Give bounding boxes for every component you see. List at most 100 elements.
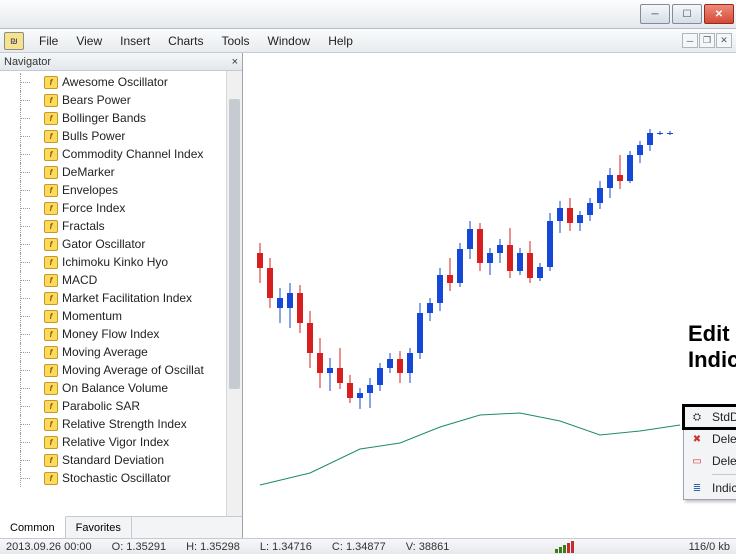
- indicator-label: Commodity Channel Index: [62, 147, 203, 161]
- menu-help[interactable]: Help: [319, 32, 362, 50]
- ctx-indicators-list[interactable]: ≣ Indicators List Ctrl+I: [684, 477, 736, 499]
- indicator-icon: f: [44, 472, 58, 485]
- navigator-close-icon[interactable]: ×: [232, 56, 238, 68]
- navigator-header: Navigator ×: [0, 53, 242, 71]
- indicator-label: Market Facilitation Index: [62, 291, 192, 305]
- ctx-properties[interactable]: ⛭ StdDev(20) properties...: [684, 406, 736, 428]
- indicator-item[interactable]: f Money Flow Index: [0, 325, 242, 343]
- connection-bars-icon: [555, 541, 574, 553]
- status-kb: 116/0 kb: [689, 541, 730, 553]
- indicator-icon: f: [44, 166, 58, 179]
- delete-window-icon: ▭: [688, 453, 706, 469]
- indicator-icon: f: [44, 328, 58, 341]
- indicator-item[interactable]: f Moving Average of Oscillat: [0, 361, 242, 379]
- indicator-item[interactable]: f Bears Power: [0, 91, 242, 109]
- chart-area[interactable]: Edit Indicator ⛭ StdDev(20) properties..…: [243, 53, 736, 538]
- context-menu: ⛭ StdDev(20) properties... ✖ Delete Indi…: [683, 405, 736, 500]
- indicator-icon: f: [44, 400, 58, 413]
- navigator-scrollbar[interactable]: [226, 71, 242, 516]
- properties-icon: ⛭: [688, 409, 706, 425]
- indicator-label: Bulls Power: [62, 129, 125, 143]
- indicator-icon: f: [44, 454, 58, 467]
- ctx-delete-indicator[interactable]: ✖ Delete Indicator: [684, 428, 736, 450]
- indicator-item[interactable]: fGator Oscillator: [0, 235, 242, 253]
- app-icon: ₪: [4, 32, 24, 50]
- indicator-label: Standard Deviation: [62, 453, 164, 467]
- indicator-label: Momentum: [62, 309, 122, 323]
- indicator-item[interactable]: f Momentum: [0, 307, 242, 325]
- indicator-icon: f: [44, 112, 58, 125]
- indicator-item[interactable]: fIchimoku Kinko Hyo: [0, 253, 242, 271]
- annotation-label: Edit Indicator: [688, 321, 736, 373]
- window-close-button[interactable]: ✕: [704, 4, 734, 24]
- indicator-label: Awesome Oscillator: [62, 75, 168, 89]
- indicator-icon: f: [44, 382, 58, 395]
- window-titlebar: ─ ☐ ✕: [0, 0, 736, 29]
- indicator-label: On Balance Volume: [62, 381, 168, 395]
- indicator-icon: f: [44, 346, 58, 359]
- indicator-item[interactable]: f On Balance Volume: [0, 379, 242, 397]
- indicator-icon: f: [44, 184, 58, 197]
- indicator-item[interactable]: f Awesome Oscillator: [0, 73, 242, 91]
- indicator-label: Envelopes: [62, 183, 118, 197]
- navigator-tabs: Common Favorites: [0, 516, 242, 538]
- indicator-icon: f: [44, 310, 58, 323]
- indicator-label: Moving Average: [62, 345, 148, 359]
- indicator-item[interactable]: f Force Index: [0, 199, 242, 217]
- indicator-label: Force Index: [62, 201, 125, 215]
- menu-window[interactable]: Window: [259, 32, 320, 50]
- mdi-restore-button[interactable]: ❐: [699, 33, 715, 48]
- indicator-item[interactable]: f Envelopes: [0, 181, 242, 199]
- indicator-icon: f: [44, 364, 58, 377]
- indicator-label: Parabolic SAR: [62, 399, 140, 413]
- indicator-icon: f: [44, 130, 58, 143]
- indicator-icon: f: [44, 76, 58, 89]
- indicator-item[interactable]: f Standard Deviation: [0, 451, 242, 469]
- indicator-label: Stochastic Oscillator: [62, 471, 171, 485]
- window-maximize-button[interactable]: ☐: [672, 4, 702, 24]
- indicator-icon: f: [44, 256, 58, 269]
- indicator-label: MACD: [62, 273, 97, 287]
- indicator-item[interactable]: f Moving Average: [0, 343, 242, 361]
- indicator-icon: f: [44, 94, 58, 107]
- indicator-item[interactable]: fRelative Vigor Index: [0, 433, 242, 451]
- indicator-icon: f: [44, 202, 58, 215]
- ctx-delete-window[interactable]: ▭ Delete Indicator Window: [684, 450, 736, 472]
- indicator-item[interactable]: fFractals: [0, 217, 242, 235]
- menu-charts[interactable]: Charts: [159, 32, 212, 50]
- indicator-item[interactable]: fDeMarker: [0, 163, 242, 181]
- tab-common[interactable]: Common: [0, 516, 66, 538]
- indicator-label: Moving Average of Oscillat: [62, 363, 204, 377]
- status-high: H: 1.35298: [186, 541, 240, 553]
- indicator-label: Relative Vigor Index: [62, 435, 169, 449]
- indicator-item[interactable]: fCommodity Channel Index: [0, 145, 242, 163]
- indicator-item[interactable]: f Bollinger Bands: [0, 109, 242, 127]
- menu-insert[interactable]: Insert: [111, 32, 159, 50]
- indicator-item[interactable]: f Bulls Power: [0, 127, 242, 145]
- indicator-item[interactable]: f Stochastic Oscillator: [0, 469, 242, 487]
- navigator-title: Navigator: [4, 56, 51, 68]
- indicator-icon: f: [44, 292, 58, 305]
- mdi-close-button[interactable]: ✕: [716, 33, 732, 48]
- indicator-label: Bollinger Bands: [62, 111, 146, 125]
- menu-view[interactable]: View: [67, 32, 111, 50]
- status-close: C: 1.34877: [332, 541, 386, 553]
- indicator-label: Money Flow Index: [62, 327, 159, 341]
- tab-favorites[interactable]: Favorites: [66, 517, 132, 538]
- status-open: O: 1.35291: [112, 541, 166, 553]
- ctx-separator: [712, 474, 736, 475]
- navigator-panel: Navigator × f Awesome Oscillator f Bears Po…: [0, 53, 243, 538]
- indicator-label: Bears Power: [62, 93, 131, 107]
- indicator-label: Relative Strength Index: [62, 417, 187, 431]
- menu-file[interactable]: File: [30, 32, 67, 50]
- window-minimize-button[interactable]: ─: [640, 4, 670, 24]
- menu-tools[interactable]: Tools: [213, 32, 259, 50]
- status-date: 2013.09.26 00:00: [6, 541, 92, 553]
- indicator-item[interactable]: f Market Facilitation Index: [0, 289, 242, 307]
- indicator-item[interactable]: fRelative Strength Index: [0, 415, 242, 433]
- delete-icon: ✖: [688, 431, 706, 447]
- indicator-icon: f: [44, 274, 58, 287]
- mdi-minimize-button[interactable]: ─: [682, 33, 698, 48]
- indicator-item[interactable]: f MACD: [0, 271, 242, 289]
- indicator-item[interactable]: f Parabolic SAR: [0, 397, 242, 415]
